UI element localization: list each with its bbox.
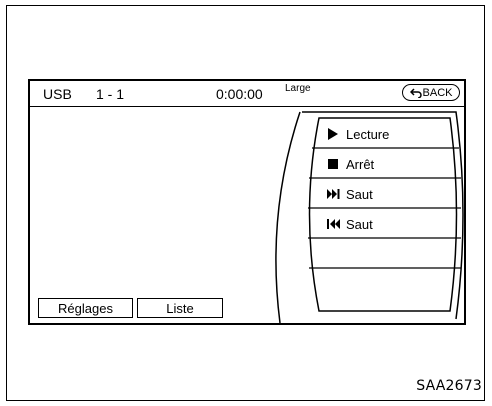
menu-item-stop[interactable]: Arrêt — [320, 149, 456, 179]
menu-item-label: Saut — [346, 216, 373, 232]
skip-forward-icon — [326, 189, 340, 199]
menu-item-play[interactable]: Lecture — [320, 119, 456, 149]
menu-item-empty[interactable] — [320, 269, 456, 299]
menu-item-skip-back[interactable]: Saut — [320, 209, 456, 239]
stop-icon — [326, 159, 340, 169]
list-button[interactable]: Liste — [137, 298, 223, 318]
menu-item-label: Lecture — [346, 126, 390, 142]
menu-item-skip-forward[interactable]: Saut — [320, 179, 456, 209]
figure-id: SAA2673 — [416, 378, 482, 394]
skip-back-icon — [326, 219, 340, 229]
menu-item-label: Saut — [346, 186, 373, 202]
menu-item-empty[interactable] — [320, 239, 456, 269]
display-screen: USB 1 - 1 0:00:00 Large BACK Lecture Arr… — [28, 79, 466, 325]
play-icon — [326, 128, 340, 140]
menu-item-label: Arrêt — [346, 156, 375, 172]
settings-button[interactable]: Réglages — [38, 298, 133, 318]
